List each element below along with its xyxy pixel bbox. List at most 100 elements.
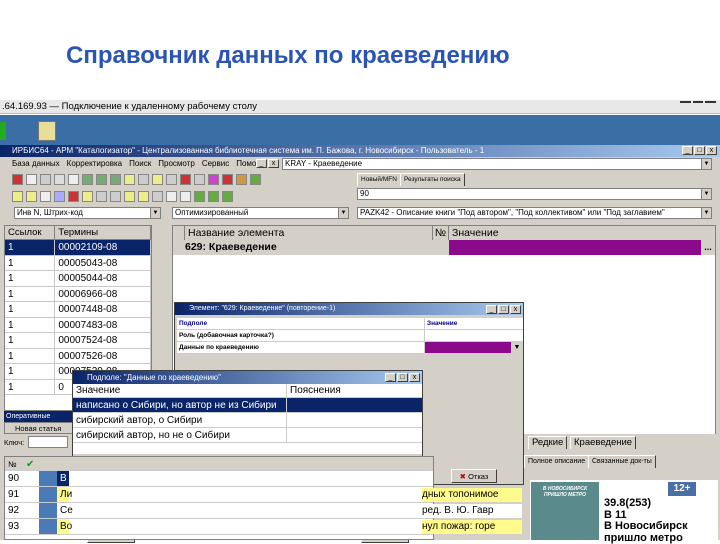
dropdown-arrow-icon[interactable]: ▼: [511, 342, 523, 354]
tb-icon[interactable]: [180, 174, 191, 185]
table-row[interactable]: 100007524-08: [5, 333, 151, 349]
tb-icon[interactable]: [194, 174, 205, 185]
tb-icon[interactable]: [110, 174, 121, 185]
menu-search[interactable]: Поиск: [129, 157, 151, 171]
chevron-down-icon[interactable]: ▼: [701, 208, 711, 218]
menu-service[interactable]: Сервис: [202, 157, 229, 171]
search-type-select[interactable]: Инв N, Штрих-код▼: [14, 207, 161, 219]
tab-local-history[interactable]: Краеведение: [570, 436, 636, 449]
mfn-select[interactable]: 90▼: [357, 188, 712, 200]
column-header-value[interactable]: Значение: [73, 384, 287, 397]
table-row[interactable]: 90В: [5, 471, 433, 487]
tb-icon[interactable]: [26, 191, 37, 202]
tb-icon[interactable]: [110, 191, 121, 202]
key-input[interactable]: [28, 436, 68, 448]
table-row[interactable]: 100006966-08: [5, 287, 151, 303]
tb-icon[interactable]: [40, 191, 51, 202]
tb-icon[interactable]: [12, 174, 23, 185]
cell-links: 1: [5, 302, 55, 317]
tb-icon[interactable]: [96, 174, 107, 185]
column-header-value[interactable]: Значение: [425, 318, 523, 329]
tb-icon[interactable]: [96, 191, 107, 202]
subfield-dialog-buttons[interactable]: _□x: [385, 373, 420, 382]
menu-view[interactable]: Просмотр: [158, 157, 195, 171]
subfield-dialog-titlebar: Подполе: "Данные по краеведению" _□x: [73, 371, 422, 384]
host-folder-icon[interactable]: [38, 121, 56, 141]
tb-icon[interactable]: [82, 174, 93, 185]
menu-edit[interactable]: Корректировка: [67, 157, 122, 171]
tb-icon[interactable]: [222, 191, 233, 202]
subfield-value[interactable]: [425, 330, 523, 341]
table-row[interactable]: 100007483-08: [5, 318, 151, 334]
tab-new-mfn[interactable]: Новый/MFN: [357, 173, 401, 186]
tb-icon[interactable]: [124, 174, 135, 185]
column-header-element-name[interactable]: Название элемента: [185, 226, 433, 240]
tab-search-results[interactable]: Результаты поиска: [400, 173, 465, 186]
tb-icon[interactable]: [194, 191, 205, 202]
tb-icon[interactable]: [40, 174, 51, 185]
tb-icon[interactable]: [250, 174, 261, 185]
tb-icon[interactable]: [26, 174, 37, 185]
table-row[interactable]: 100007526-08: [5, 349, 151, 365]
tb-icon[interactable]: [68, 174, 79, 185]
host-app-icon[interactable]: [0, 122, 6, 140]
mdi-buttons[interactable]: _x: [256, 159, 279, 168]
tb-icon[interactable]: [54, 174, 65, 185]
element-dialog-buttons[interactable]: _□x: [486, 305, 521, 314]
column-header-subfield[interactable]: Подполе: [177, 318, 425, 329]
tb-icon[interactable]: [222, 174, 233, 185]
chevron-down-icon[interactable]: ▼: [338, 208, 348, 218]
tab-full-description[interactable]: Полное описание: [524, 455, 589, 468]
database-select[interactable]: KRAY - Краеведение▼: [282, 158, 712, 170]
table-row[interactable]: 91Ли: [5, 487, 433, 503]
table-row[interactable]: сибирский автор, но не о Сибири: [73, 428, 422, 443]
column-header-number[interactable]: №: [433, 226, 449, 240]
tb-icon[interactable]: [138, 174, 149, 185]
table-row[interactable]: 92Се: [5, 503, 433, 519]
tb-icon[interactable]: [152, 174, 163, 185]
chevron-down-icon[interactable]: ▼: [701, 159, 711, 169]
tb-icon[interactable]: [208, 191, 219, 202]
element-value-cell[interactable]: [449, 240, 701, 255]
column-header-notes[interactable]: Пояснения: [287, 384, 422, 397]
table-row[interactable]: 100005043-08: [5, 256, 151, 272]
tb-icon[interactable]: [138, 191, 149, 202]
tb-icon[interactable]: [180, 191, 191, 202]
tab-linked-docs[interactable]: Связанные док-ты: [588, 455, 656, 468]
tb-icon[interactable]: [236, 174, 247, 185]
cancel-button[interactable]: ✖ Отказ: [451, 469, 497, 483]
tb-icon[interactable]: [152, 191, 163, 202]
tb-icon[interactable]: [208, 174, 219, 185]
cell-links: 1: [5, 333, 55, 348]
worksheet-select[interactable]: PAZK42 - Описание книги "Под автором", "…: [357, 207, 712, 219]
table-row[interactable]: 93Во: [5, 519, 433, 535]
tb-icon[interactable]: [166, 174, 177, 185]
table-row[interactable]: сибирский автор, о Сибири: [73, 413, 422, 428]
tb-icon[interactable]: [124, 191, 135, 202]
tb-icon[interactable]: [166, 191, 177, 202]
subfield-value-selected[interactable]: ▼: [425, 342, 523, 353]
chevron-down-icon[interactable]: ▼: [150, 208, 160, 218]
table-row[interactable]: Данные по краеведению ▼: [177, 342, 523, 354]
cell-term: 00006966-08: [55, 287, 151, 302]
table-row[interactable]: 100002109-08: [5, 240, 151, 256]
table-row[interactable]: 100007448-08: [5, 302, 151, 318]
tb-icon[interactable]: [82, 191, 93, 202]
app-window-buttons[interactable]: _□x: [682, 146, 717, 155]
ellipsis-button[interactable]: ...: [701, 240, 715, 255]
chevron-down-icon[interactable]: ▼: [701, 189, 711, 199]
tb-icon[interactable]: [54, 191, 65, 202]
tab-rare[interactable]: Редкие: [528, 436, 567, 449]
table-row[interactable]: Роль (добавочная карточка?): [177, 330, 523, 342]
remote-window-controls[interactable]: [680, 101, 716, 112]
mode-select[interactable]: Оптимизированный▼: [172, 207, 349, 219]
column-header-value[interactable]: Значение: [449, 226, 715, 240]
table-row[interactable]: 629: Краеведение ...: [173, 240, 715, 255]
menu-database[interactable]: База данных: [12, 157, 60, 171]
column-header-terms[interactable]: Термины: [55, 226, 151, 239]
table-row[interactable]: написано о Сибири, но автор не из Сибири: [73, 398, 422, 413]
column-header-links[interactable]: Ссылок: [5, 226, 55, 239]
tb-icon[interactable]: [12, 191, 23, 202]
table-row[interactable]: 100005044-08: [5, 271, 151, 287]
tb-icon[interactable]: [68, 191, 79, 202]
